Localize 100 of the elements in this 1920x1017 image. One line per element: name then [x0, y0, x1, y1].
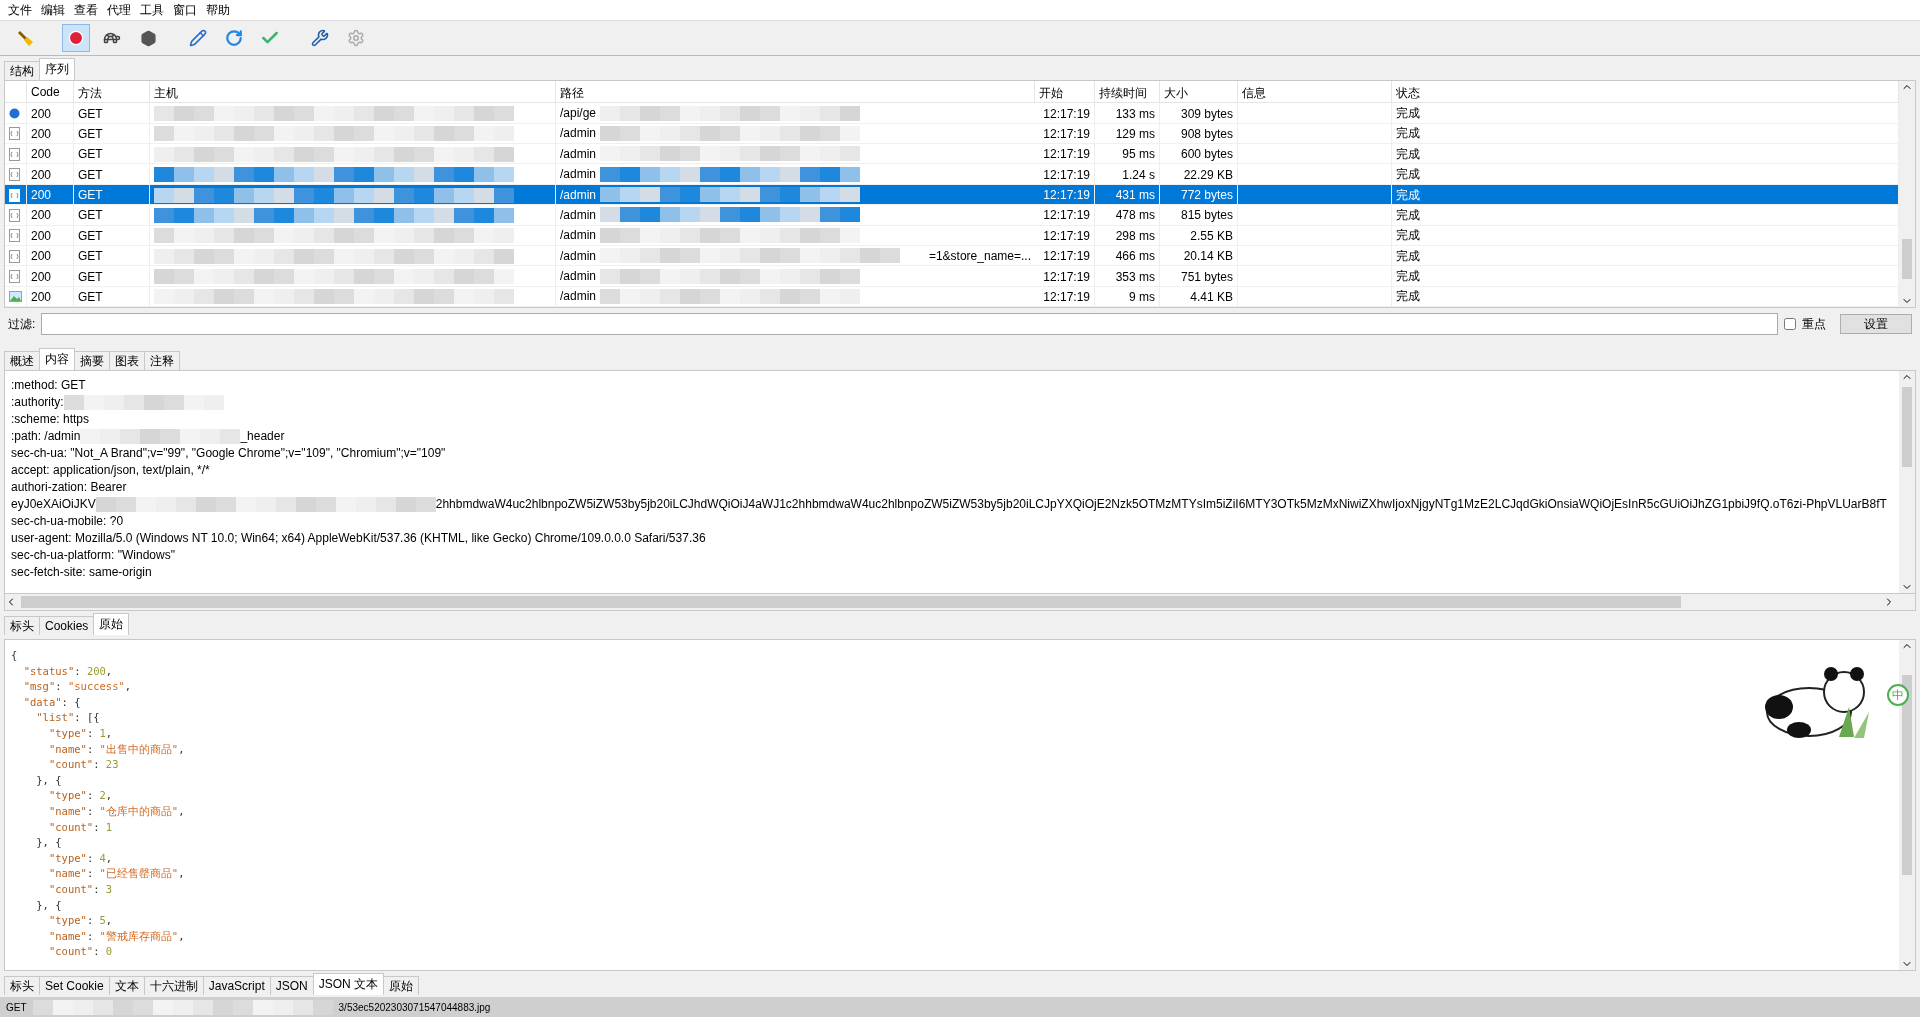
- tab[interactable]: JSON 文本: [312, 973, 385, 995]
- table-cell: 95 ms: [1122, 147, 1155, 162]
- focus-checkbox[interactable]: [1784, 318, 1796, 330]
- table-cell: 完成: [1396, 206, 1420, 224]
- code-line: "msg": "success",: [22, 679, 133, 695]
- table-cell: /admin: [560, 207, 597, 222]
- table-cell: 200: [31, 167, 52, 182]
- table-cell: 12:17:19: [1043, 106, 1090, 121]
- column-header[interactable]: 方法: [74, 81, 150, 103]
- image-icon: [9, 291, 22, 303]
- table-cell: 12:17:19: [1043, 126, 1090, 141]
- code-line: "type": 4,: [47, 850, 114, 866]
- table-cell: 200: [31, 147, 52, 162]
- table-cell: GET: [78, 147, 103, 162]
- table-cell: 200: [31, 188, 52, 202]
- table-row[interactable]: 200 GET /admin 12:17:19 298 ms 2.55 KB 完成: [5, 225, 1899, 246]
- record-icon: [68, 30, 84, 46]
- table-cell: /admin: [560, 289, 597, 304]
- table-row[interactable]: 200 GET /admin 12:17:19 353 ms 751 bytes 完成: [5, 266, 1899, 287]
- table-cell: 22.29 KB: [1183, 167, 1233, 182]
- table-cell: 298 ms: [1115, 228, 1155, 243]
- tab[interactable]: 概述: [4, 351, 40, 370]
- code-line: "name": "已经售罄商品",: [47, 866, 186, 882]
- table-cell: 12:17:19: [1043, 147, 1090, 162]
- tab[interactable]: 结构: [4, 61, 40, 80]
- tab[interactable]: 原始: [93, 613, 130, 635]
- table-row[interactable]: 200 GET /admin 12:17:19 95 ms 600 bytes 完成: [5, 144, 1899, 165]
- code-line: "status": 200,: [22, 663, 114, 679]
- filter-label: 过滤:: [8, 315, 36, 333]
- table-row[interactable]: 200 GET /admin 12:17:19 129 ms 908 bytes 完成: [5, 123, 1899, 145]
- code-line: }, {: [35, 772, 63, 788]
- table-cell: 12:17:19: [1043, 208, 1090, 223]
- table-cell: 353 ms: [1115, 269, 1155, 284]
- document-icon: [9, 229, 20, 243]
- column-header[interactable]: 信息: [1238, 81, 1392, 103]
- tab[interactable]: 十六进制: [143, 976, 204, 995]
- tab[interactable]: 原始: [383, 976, 420, 995]
- table-cell: 12:17:19: [1043, 289, 1090, 304]
- filter-field[interactable]: [41, 313, 1778, 335]
- table-cell: GET: [78, 106, 103, 121]
- menu-item[interactable]: 编辑: [37, 1, 69, 19]
- table-cell: 200: [31, 106, 52, 121]
- table-cell: GET: [78, 289, 103, 304]
- tab[interactable]: 摘要: [74, 351, 110, 370]
- tab[interactable]: 标头: [4, 616, 40, 635]
- menu-item[interactable]: 窗口: [169, 1, 201, 19]
- table-cell: 431 ms: [1115, 188, 1155, 202]
- table-cell: 309 bytes: [1180, 106, 1233, 121]
- tab[interactable]: 图表: [109, 351, 145, 370]
- scroll-thumb[interactable]: [1902, 239, 1912, 279]
- tab[interactable]: 标头: [4, 976, 40, 995]
- tab[interactable]: 序列: [39, 58, 75, 80]
- header-text: sec-ch-ua-platform: "Windows": [11, 547, 175, 564]
- column-header[interactable]: Code: [27, 81, 74, 103]
- menu-item[interactable]: 帮助: [202, 1, 234, 19]
- horizontal-scrollbar[interactable]: [4, 594, 1916, 611]
- column-header[interactable]: 主机: [150, 81, 556, 103]
- tab[interactable]: 文本: [108, 976, 145, 995]
- broom-icon: [17, 29, 35, 47]
- tools-icon: [311, 29, 329, 47]
- table-cell: GET: [78, 228, 103, 243]
- menu-item[interactable]: 文件: [4, 1, 36, 19]
- scroll-thumb[interactable]: [1902, 675, 1912, 875]
- table-row[interactable]: 200 GET /admin 12:17:19 9 ms 4.41 KB 完成: [5, 286, 1899, 307]
- table-cell: =1&store_name=...: [928, 248, 1031, 263]
- table-row[interactable]: 200 GET /admin 12:17:19 478 ms 815 bytes 完成: [5, 205, 1899, 226]
- stop-icon: [139, 29, 157, 47]
- header-text: _header: [240, 428, 285, 445]
- menu-item[interactable]: 代理: [103, 1, 135, 19]
- document-icon: [9, 168, 20, 182]
- table-cell: /admin: [560, 167, 597, 182]
- header-text: 2hhbmdwaW4uc2hlbnpoZW5iZW53by5jb20iLCJhdWQiOiJ4aWJ1c2hhbmdwaW4uc2hlbnpoZW5iZW53by5jb20iLCJpYXQiOjE2Nzk5OTMzMTYsIm5iZiI6MTY3OTk5MzMxNiwiZXhwIjoxNjgyNTg1MzE2LCJqdGkiOnsiaWQiOjEsInR5cGUiOiJhZG1pbiJ9fQ.oT6zi-PhpVLUarB8fT: [435, 496, 1887, 513]
- scrollbar[interactable]: [1899, 81, 1915, 307]
- settings-button[interactable]: 设置: [1840, 314, 1912, 334]
- header-text: sec-fetch-site: same-origin: [11, 564, 152, 581]
- table-row[interactable]: 200 GET /admin 12:17:19 1.24 s 22.29 KB 完成: [5, 164, 1899, 185]
- code-line: }, {: [35, 897, 63, 913]
- tab[interactable]: 注释: [144, 351, 180, 370]
- table-row[interactable]: 200 GET /admin =1&store_name=... 12:17:19 466 ms 20.14 KB 完成: [5, 245, 1899, 267]
- column-header[interactable]: 大小: [1160, 81, 1238, 103]
- tab[interactable]: 内容: [39, 348, 75, 370]
- menu-item[interactable]: 查看: [70, 1, 102, 19]
- table-row[interactable]: 200 GET /api/ge 12:17:19 133 ms 309 bytes 完成: [5, 103, 1899, 124]
- column-header[interactable]: 路径: [556, 81, 1035, 103]
- table-cell: 200: [31, 249, 52, 264]
- table-cell: 772 bytes: [1180, 188, 1233, 202]
- scroll-thumb[interactable]: [1902, 387, 1912, 467]
- table-cell: 12:17:19: [1043, 167, 1090, 182]
- code-line: {: [11, 648, 19, 663]
- settings-icon: [347, 29, 365, 47]
- table-cell: 9 ms: [1129, 289, 1155, 304]
- document-icon: [9, 188, 20, 202]
- menu-item[interactable]: 工具: [136, 1, 168, 19]
- column-header[interactable]: 开始: [1035, 81, 1095, 103]
- column-header[interactable]: 持续时间: [1095, 81, 1160, 103]
- tab[interactable]: JavaScript: [202, 976, 271, 995]
- header-text: eyJ0eXAiOiJKV: [11, 496, 96, 513]
- scrollbar[interactable]: [1899, 371, 1915, 593]
- table-row[interactable]: 200 GET /admin 12:17:19 431 ms 772 bytes 完成: [5, 184, 1899, 206]
- toolbar-button[interactable]: [62, 24, 90, 52]
